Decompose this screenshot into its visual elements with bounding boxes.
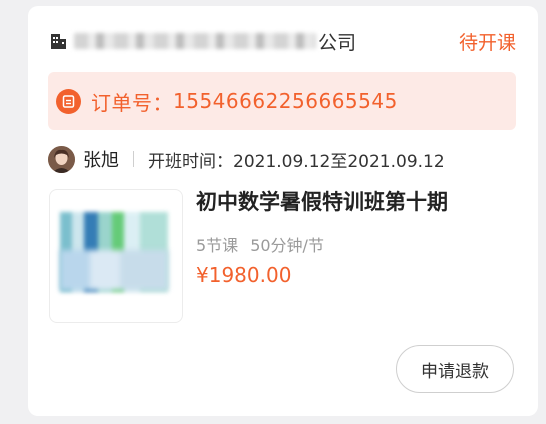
teacher-avatar xyxy=(48,145,75,173)
teacher-row: 张旭 开班时间： 2021.09.12至2021.09.12 xyxy=(48,145,516,173)
divider xyxy=(133,151,134,167)
course-duration: 50分钟/节 xyxy=(250,236,324,255)
refund-button[interactable]: 申请退款 xyxy=(396,345,514,393)
order-number-bar: 订单号： 15546662256665545 xyxy=(48,72,516,130)
order-label: 订单号： xyxy=(91,90,173,115)
building-icon xyxy=(51,34,66,49)
course-lessons: 5节课 xyxy=(196,236,239,255)
course-meta: 5节课 50分钟/节 xyxy=(196,232,324,256)
course-price: ¥1980.00 xyxy=(196,263,292,287)
order-header: 公司 待开课 xyxy=(50,26,516,56)
order-icon xyxy=(56,88,81,114)
course-title[interactable]: 初中数学暑假特训班第十期 xyxy=(196,186,448,216)
order-number: 15546662256665545 xyxy=(173,89,398,113)
company-name-blurred xyxy=(74,33,316,49)
company-name-suffix: 公司 xyxy=(318,31,357,54)
class-time-label: 开班时间： xyxy=(148,151,233,172)
class-time-range: 2021.09.12至2021.09.12 xyxy=(233,151,445,172)
teacher-name: 张旭 xyxy=(83,150,119,171)
status-badge: 待开课 xyxy=(458,31,516,54)
course-thumbnail-image-lower xyxy=(60,250,168,290)
course-thumbnail[interactable] xyxy=(49,189,183,323)
